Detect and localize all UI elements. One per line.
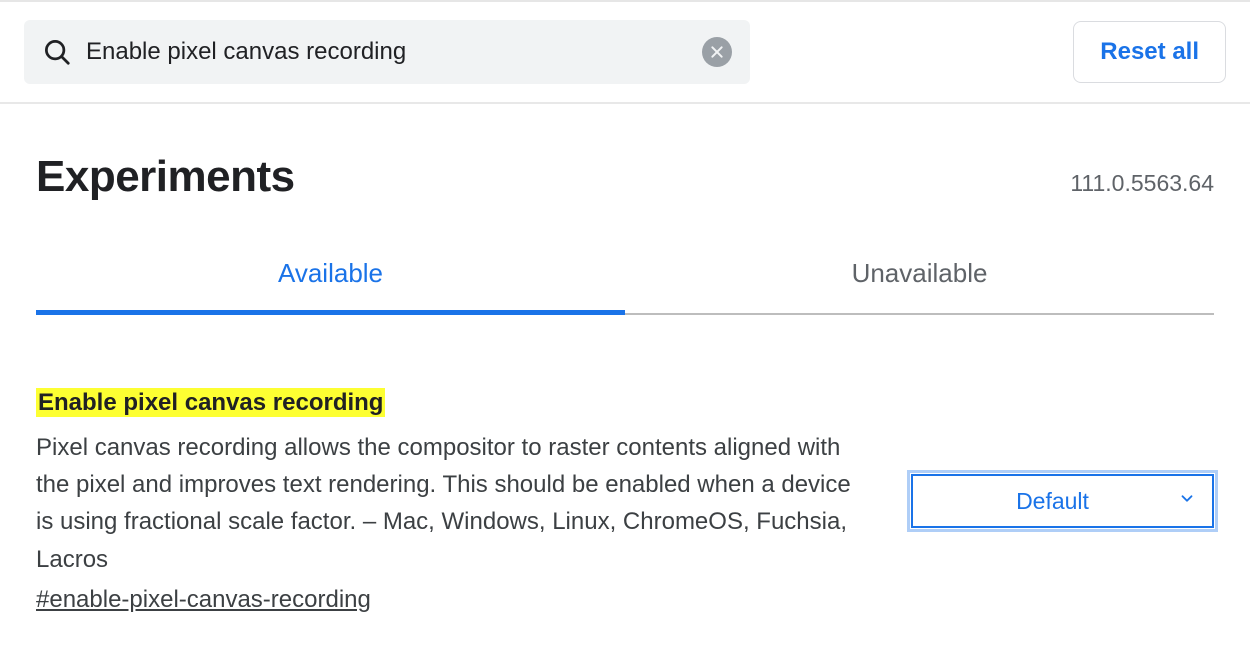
search-icon [42, 37, 72, 67]
search-box[interactable] [24, 20, 750, 84]
title-row: Experiments 111.0.5563.64 [36, 104, 1214, 240]
tabs: Available Unavailable [36, 240, 1214, 315]
flag-row: Enable pixel canvas recording Pixel canv… [36, 315, 1214, 614]
close-icon [709, 44, 725, 60]
page-title: Experiments [36, 152, 295, 202]
content: Experiments 111.0.5563.64 Available Unav… [0, 104, 1250, 614]
reset-all-button[interactable]: Reset all [1073, 21, 1226, 83]
flag-anchor-link[interactable]: #enable-pixel-canvas-recording [36, 578, 371, 614]
flag-text: Enable pixel canvas recording Pixel canv… [36, 389, 871, 614]
toolbar: Reset all [0, 2, 1250, 104]
flag-state-select[interactable]: Default [911, 474, 1214, 528]
clear-search-button[interactable] [702, 37, 732, 67]
tab-unavailable[interactable]: Unavailable [625, 240, 1214, 313]
flag-description: Pixel canvas recording allows the compos… [36, 417, 871, 578]
tab-available[interactable]: Available [36, 240, 625, 313]
version-label: 111.0.5563.64 [1070, 170, 1214, 197]
flag-select-wrap: Default [911, 474, 1214, 528]
flag-title: Enable pixel canvas recording [36, 388, 385, 417]
search-input[interactable] [72, 38, 702, 66]
